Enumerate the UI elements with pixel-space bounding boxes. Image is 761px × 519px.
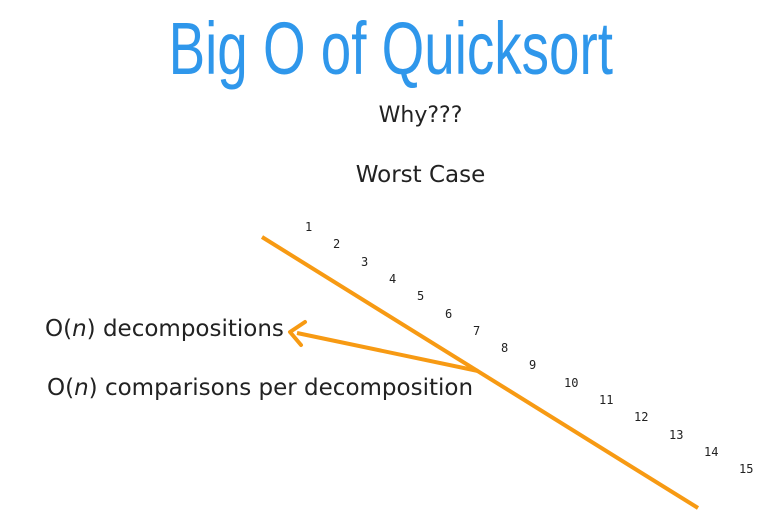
recursion-step-label: 13 — [669, 428, 684, 442]
comp-suffix: ) comparisons per decomposition — [88, 375, 474, 401]
slide: Big O of Quicksort Why??? Worst Case O(n… — [0, 0, 761, 519]
decomp-var: n — [72, 316, 87, 342]
decomp-suffix: ) decompositions — [86, 316, 284, 342]
comparisons-annotation: O(n) comparisons per decomposition — [47, 375, 473, 401]
recursion-step-label: 1 — [305, 220, 313, 234]
recursion-step-label: 3 — [361, 255, 369, 269]
recursion-step-label: 15 — [739, 462, 754, 476]
recursion-step-label: 12 — [634, 410, 649, 424]
recursion-step-label: 5 — [417, 289, 425, 303]
recursion-step-label: 8 — [501, 341, 509, 355]
recursion-depth-line — [260, 235, 700, 510]
recursion-step-label: 10 — [564, 376, 579, 390]
comp-var: n — [74, 375, 89, 401]
comp-prefix: O( — [47, 375, 75, 401]
decomp-prefix: O( — [45, 316, 73, 342]
recursion-step-label: 2 — [333, 237, 341, 251]
recursion-step-label: 9 — [529, 358, 537, 372]
recursion-diagram — [260, 235, 700, 510]
recursion-step-label: 4 — [389, 272, 397, 286]
recursion-step-label: 6 — [445, 307, 453, 321]
recursion-step-label: 14 — [704, 445, 719, 459]
decompositions-annotation: O(n) decompositions — [45, 316, 284, 342]
recursion-step-label: 7 — [473, 324, 481, 338]
recursion-step-label: 11 — [599, 393, 614, 407]
pointer-arrow-shaft — [296, 331, 479, 373]
